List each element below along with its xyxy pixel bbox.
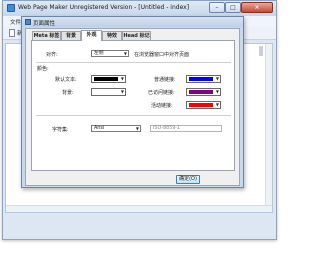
encoding-field: ISO-8859-1 (150, 125, 222, 132)
default-text-swatch (94, 77, 118, 81)
background-color-picker[interactable]: ▼ (91, 88, 126, 96)
link-label: 普通链接: (154, 77, 176, 83)
chevron-down-icon: ▼ (123, 51, 127, 56)
encoding-value: ISO-8859-1 (153, 126, 181, 131)
app-titlebar: Web Page Maker Unregistered Version - [U… (3, 1, 276, 16)
visited-link-label: 已访问链接: (148, 90, 175, 96)
chevron-down-icon: ▼ (215, 89, 219, 94)
default-text-color-picker[interactable]: ▼ (91, 75, 126, 83)
tab-effects[interactable]: 特效 (102, 31, 122, 40)
dialog-title: 页面属性 (33, 21, 56, 27)
canvas-ruler-marker (259, 46, 263, 56)
visited-link-color-picker[interactable]: ▼ (186, 88, 221, 96)
separator (36, 62, 231, 63)
dialog-titlebar: 页面属性 (22, 17, 243, 27)
align-value: 左侧 (94, 51, 104, 56)
minimize-button[interactable]: – (209, 2, 225, 13)
chevron-down-icon: ▼ (215, 76, 219, 81)
dialog-icon (25, 19, 31, 25)
charset-select[interactable]: Ansi ▼ (91, 125, 141, 132)
charset-label: 字符集: (52, 127, 69, 133)
visited-link-swatch (189, 90, 213, 94)
close-button[interactable]: × (241, 2, 273, 13)
active-link-color-picker[interactable]: ▼ (186, 101, 221, 109)
colors-group-label: 颜色: (37, 66, 49, 72)
background-label: 背景: (62, 90, 74, 96)
dialog-body: Meta 标签 背景 外观 特效 Head 标记 对齐: 左侧 ▼ 在浏览器窗口… (25, 28, 240, 186)
chevron-down-icon: ▼ (120, 76, 124, 81)
link-color-picker[interactable]: ▼ (186, 75, 221, 83)
new-page-icon[interactable] (9, 29, 15, 37)
chevron-down-icon: ▼ (215, 102, 219, 107)
vertical-scrollbar[interactable] (265, 44, 272, 212)
chevron-down-icon: ▼ (135, 126, 139, 131)
charset-value: Ansi (94, 126, 105, 131)
tab-background[interactable]: 背景 (61, 31, 81, 40)
link-swatch (189, 77, 213, 81)
tab-meta[interactable]: Meta 标签 (32, 31, 61, 40)
align-select[interactable]: 左侧 ▼ (91, 50, 129, 57)
app-title: Web Page Maker Unregistered Version - [U… (18, 4, 190, 11)
background-swatch (94, 90, 118, 94)
separator (36, 115, 231, 116)
align-hint: 在浏览器窗口中对齐页面 (134, 52, 190, 58)
align-label: 对齐: (46, 52, 58, 58)
active-link-swatch (189, 103, 213, 107)
tab-appearance[interactable]: 外观 (81, 30, 102, 41)
app-logo-icon (7, 4, 15, 12)
appearance-panel: 对齐: 左侧 ▼ 在浏览器窗口中对齐页面 颜色: 默认文本: ▼ 普通链接: ▼… (31, 40, 235, 171)
active-link-label: 活动链接: (151, 103, 173, 109)
default-text-label: 默认文本: (55, 77, 77, 83)
page-properties-dialog: 页面属性 Meta 标签 背景 外观 特效 Head 标记 对齐: 左侧 ▼ 在… (21, 16, 244, 188)
maximize-button[interactable]: □ (225, 2, 241, 13)
chevron-down-icon: ▼ (120, 89, 124, 94)
ok-button[interactable]: 确定(O) (176, 175, 200, 184)
tab-head-tags[interactable]: Head 标记 (122, 31, 151, 40)
horizontal-scrollbar[interactable] (6, 205, 272, 212)
